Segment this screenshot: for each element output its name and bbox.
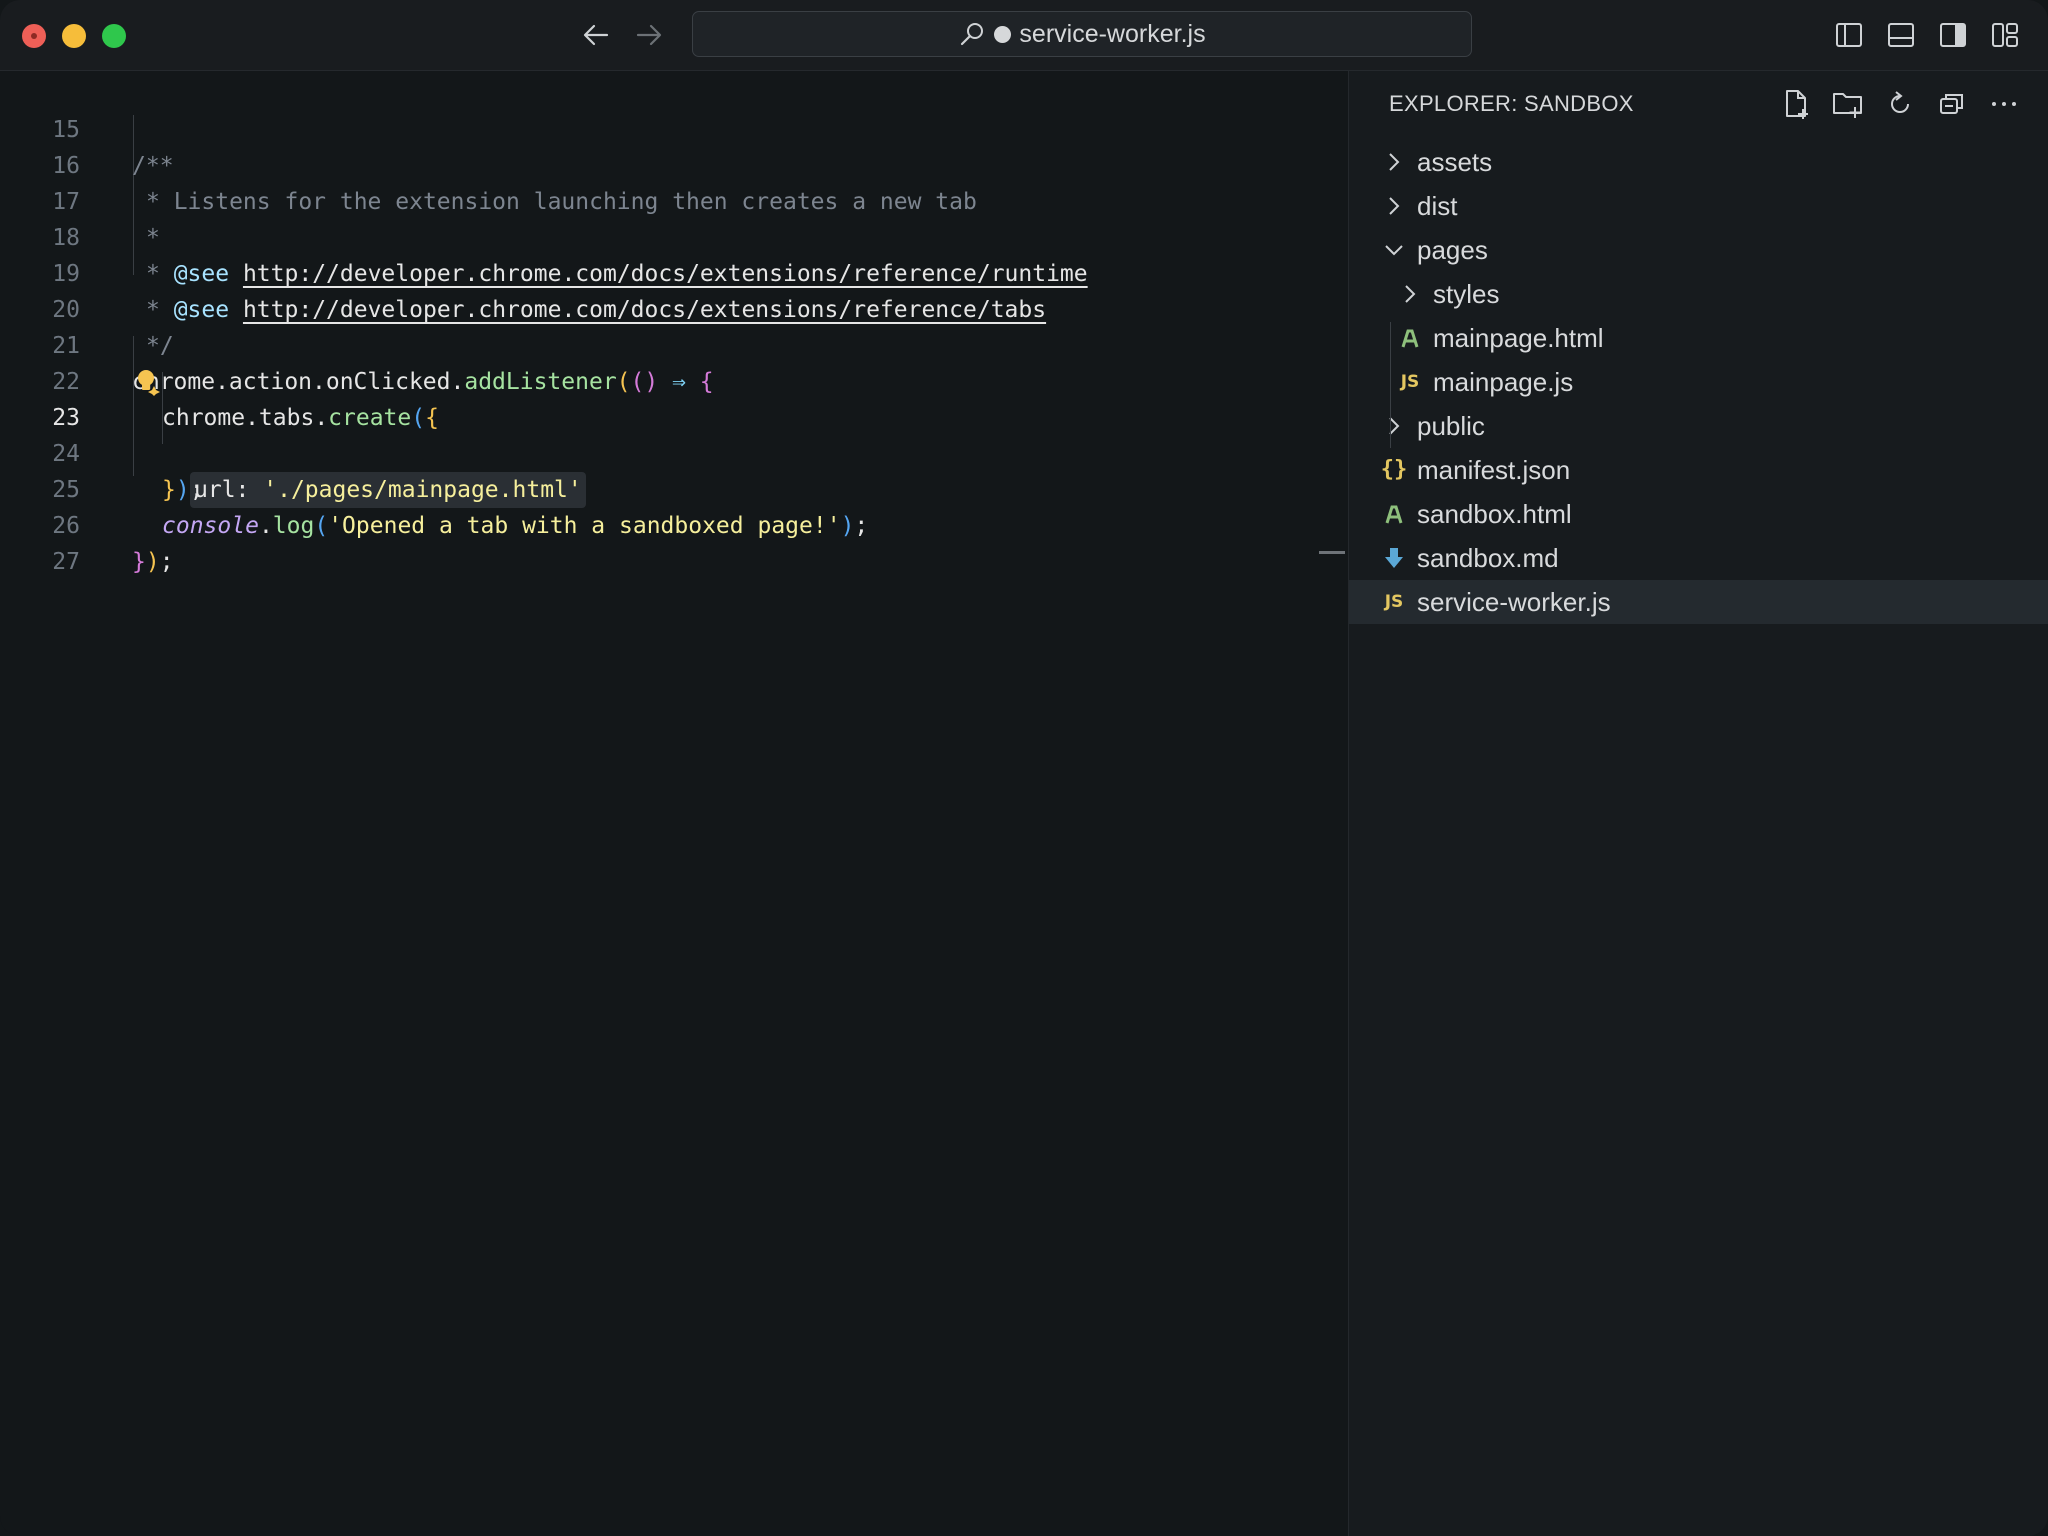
code-line: 19 * @see http://developer.chrome.com/do… [0,220,1347,323]
tree-item-label: sandbox.html [1417,499,1572,529]
markdown-file-icon [1379,543,1409,573]
tree-item-dist[interactable]: dist [1349,184,2048,228]
arrow-right-icon[interactable] [632,18,666,52]
tree-item-sandbox-html[interactable]: sandbox.html [1349,492,2048,536]
tree-item-public[interactable]: public [1349,404,2048,448]
tree-item-label: assets [1417,147,1493,177]
toggle-secondary-sidebar-icon[interactable] [1938,20,1968,50]
code-text: } [132,549,146,575]
customize-layout-icon[interactable] [1990,20,2020,50]
json-file-icon: {} [1380,457,1408,482]
tree-item-mainpage-html[interactable]: mainpage.html [1349,316,2048,360]
explorer-title: EXPLORER: SANDBOX [1389,91,1634,116]
tree-item-label: manifest.json [1417,455,1571,485]
tree-item-label: mainpage.html [1433,323,1604,353]
code-line: 20 */ [0,256,1347,359]
code-line: 26 }); [0,472,1347,575]
code-editor[interactable]: 15 /** 16 * Listens for the extension la… [0,71,1347,1536]
overview-ruler-mark [1319,551,1345,554]
lightbulb-sparkle-icon[interactable] [134,368,162,396]
code-line: 16 * Listens for the extension launching… [0,112,1347,215]
tree-item-label: public [1417,411,1485,441]
code-line: 27 [0,508,1347,575]
code-line: 22 chrome.tabs.create({ [0,328,1347,431]
tree-item-assets[interactable]: assets [1349,140,2048,184]
chevron-right-icon [1379,411,1409,441]
code-text: ; [159,549,174,575]
js-file-icon: JS [1400,372,1420,392]
minimize-window-button[interactable] [62,24,86,48]
chevron-right-icon [1379,147,1409,177]
tree-item-sandbox-md[interactable]: sandbox.md [1349,536,2048,580]
code-line: 18 * @see http://developer.chrome.com/do… [0,184,1347,287]
unsaved-dot-icon [994,25,1012,43]
more-icon[interactable] [1987,87,2021,121]
collapse-all-icon[interactable] [1935,87,1969,121]
code-line: 25 console.log('Opened a tab with a sand… [0,436,1347,539]
html-file-icon [1395,323,1425,353]
tree-indent-guide [1390,322,1391,448]
chevron-right-icon [1379,191,1409,221]
toggle-primary-sidebar-icon[interactable] [1834,20,1864,50]
line-number: 27 [52,549,80,575]
close-window-button[interactable] [22,24,46,48]
code-text: ) [145,549,160,575]
search-icon [961,23,984,46]
new-folder-icon[interactable] [1831,87,1865,121]
toggle-panel-icon[interactable] [1886,20,1916,50]
code-line: 24 }); [0,400,1347,503]
tree-item-label: mainpage.js [1433,367,1574,397]
command-center-search[interactable]: service-worker.js [692,11,1472,57]
explorer-sidebar: EXPLORER: SANDBOX assets dist pages styl… [1348,71,2048,1536]
arrow-left-icon[interactable] [579,18,613,52]
chevron-down-icon [1379,235,1409,265]
chevron-right-icon [1395,279,1425,309]
tree-item-label: service-worker.js [1417,587,1611,617]
refresh-icon[interactable] [1883,87,1917,121]
html-file-icon [1379,499,1409,529]
tree-item-label: sandbox.md [1417,543,1559,573]
tree-item-pages[interactable]: pages [1349,228,2048,272]
new-file-icon[interactable] [1779,87,1813,121]
tree-item-manifest-json[interactable]: {} manifest.json [1349,448,2048,492]
tree-item-service-worker-js[interactable]: JS service-worker.js [1349,580,2048,624]
tree-item-label: dist [1417,191,1458,221]
code-line-active: 23 url: './pages/mainpage.html' [0,364,1347,508]
code-line: 15 /** [0,76,1347,179]
title-bar: service-worker.js [0,0,2048,71]
tree-item-mainpage-js[interactable]: JS mainpage.js [1349,360,2048,404]
tree-item-styles[interactable]: styles [1349,272,2048,316]
search-text: service-worker.js [1019,19,1206,48]
tree-item-label: styles [1433,279,1500,309]
maximize-window-button[interactable] [102,24,126,48]
js-file-icon: JS [1384,592,1404,612]
editor-window: service-worker.js 15 /** 16 * Listens fo… [0,0,2048,1536]
code-line: 21 chrome.action.onClicked.addListener((… [0,292,1347,395]
tree-item-label: pages [1417,235,1488,265]
code-line: 17 * [0,148,1347,251]
